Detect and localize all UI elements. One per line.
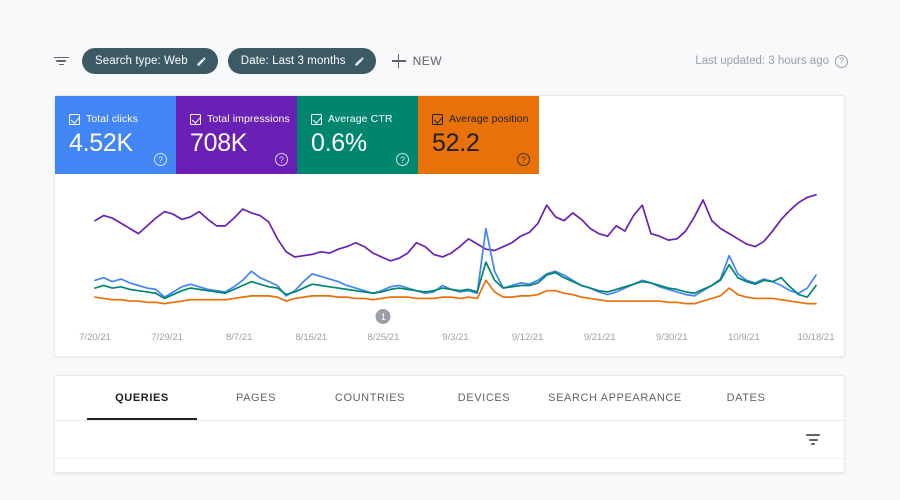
tab-label: SEARCH APPEARANCE xyxy=(548,392,682,404)
filter-toolbar: Search type: Web Date: Last 3 months NEW… xyxy=(0,38,900,84)
metric-card-total-clicks[interactable]: Total clicks 4.52K ? xyxy=(55,96,176,174)
last-updated-status: Last updated: 3 hours ago ? xyxy=(695,54,848,68)
search-console-performance-page: Search type: Web Date: Last 3 months NEW… xyxy=(0,0,900,500)
metric-header: Average CTR xyxy=(311,113,418,125)
checkbox-checked-icon[interactable] xyxy=(311,113,322,125)
last-updated-label: Last updated: 3 hours ago xyxy=(695,55,829,67)
metric-label: Total impressions xyxy=(207,113,290,125)
metric-card-average-position[interactable]: Average position 52.2 ? xyxy=(418,96,539,174)
metric-label: Average CTR xyxy=(328,113,393,125)
help-circle-icon[interactable]: ? xyxy=(517,153,530,166)
add-new-filter-button[interactable]: NEW xyxy=(391,54,443,68)
x-axis-tick-label: 9/21/21 xyxy=(583,332,616,343)
series-line xyxy=(94,261,817,300)
add-new-filter-label: NEW xyxy=(412,54,443,68)
performance-plot[interactable]: 7/20/21 7/29/21 8/7/21 8/16/21 8/25/21 9/3/21… xyxy=(55,174,844,356)
tab-label: COUNTRIES xyxy=(334,392,406,404)
metric-cards: Total clicks 4.52K ? Total impressions 7… xyxy=(55,96,539,174)
metric-label: Average position xyxy=(449,113,529,125)
tab-label: QUERIES xyxy=(115,392,169,404)
help-circle-icon[interactable]: ? xyxy=(396,153,409,166)
dimension-table-card: QUERIES PAGES COUNTRIES DEVICES SEARCH A… xyxy=(54,375,845,473)
metric-header: Total clicks xyxy=(69,113,176,125)
pencil-icon xyxy=(197,56,206,66)
x-axis-tick-label: 8/7/21 xyxy=(225,332,253,343)
x-axis-tick-label: 9/12/21 xyxy=(511,332,544,343)
x-axis-tick-label: 10/9/21 xyxy=(728,332,760,343)
filter-chip-search-type-label: Search type: Web xyxy=(95,55,188,67)
tab-label: DEVICES xyxy=(457,392,511,404)
x-axis-tick-label: 8/16/21 xyxy=(295,332,328,343)
metric-label: Total clicks xyxy=(86,113,138,125)
filter-icon[interactable] xyxy=(52,52,70,70)
tab-label: PAGES xyxy=(235,392,277,404)
help-circle-icon[interactable]: ? xyxy=(275,153,288,166)
metric-header: Total impressions xyxy=(190,113,297,125)
tab-pages[interactable]: PAGES xyxy=(199,376,313,420)
x-axis-tick-labels: 7/20/21 7/29/21 8/7/21 8/16/21 8/25/21 9/3/21… xyxy=(55,332,844,346)
filter-chip-date-label: Date: Last 3 months xyxy=(240,55,346,67)
series-line xyxy=(94,279,817,305)
help-circle-icon[interactable]: ? xyxy=(835,54,848,68)
x-axis-tick-label: 8/25/21 xyxy=(367,332,400,343)
metric-card-total-impressions[interactable]: Total impressions 708K ? xyxy=(176,96,297,174)
x-axis-tick-label: 9/30/21 xyxy=(655,332,688,343)
tab-devices[interactable]: DEVICES xyxy=(427,376,541,420)
tab-dates[interactable]: DATES xyxy=(689,376,803,420)
tab-countries[interactable]: COUNTRIES xyxy=(313,376,427,420)
x-axis-tick-label: 7/20/21 xyxy=(79,332,111,343)
series-line xyxy=(94,193,817,262)
checkbox-checked-icon[interactable] xyxy=(190,113,201,125)
filter-chip-search-type[interactable]: Search type: Web xyxy=(82,48,218,74)
pencil-icon xyxy=(355,56,364,66)
checkbox-checked-icon[interactable] xyxy=(69,113,80,125)
dimension-tabs: QUERIES PAGES COUNTRIES DEVICES SEARCH A… xyxy=(55,376,844,421)
x-axis-tick-label: 9/3/21 xyxy=(442,332,469,343)
plus-icon xyxy=(391,54,406,68)
metric-header: Average position xyxy=(432,113,539,125)
filter-chip-date[interactable]: Date: Last 3 months xyxy=(227,48,376,74)
performance-chart-card: Total clicks 4.52K ? Total impressions 7… xyxy=(54,95,845,357)
table-toolbar xyxy=(55,421,844,459)
x-axis-tick-label: 7/29/21 xyxy=(151,332,183,343)
annotation-badge[interactable]: 1 xyxy=(375,309,391,324)
sort-filter-icon[interactable] xyxy=(804,431,822,449)
performance-line-chart xyxy=(94,193,817,305)
tab-label: DATES xyxy=(726,392,766,404)
x-axis-tick-label: 10/18/21 xyxy=(797,332,835,343)
tab-search-appearance[interactable]: SEARCH APPEARANCE xyxy=(541,376,689,420)
help-circle-icon[interactable]: ? xyxy=(154,153,167,166)
checkbox-checked-icon[interactable] xyxy=(432,113,443,125)
tab-queries[interactable]: QUERIES xyxy=(85,376,199,420)
metric-card-average-ctr[interactable]: Average CTR 0.6% ? xyxy=(297,96,418,174)
